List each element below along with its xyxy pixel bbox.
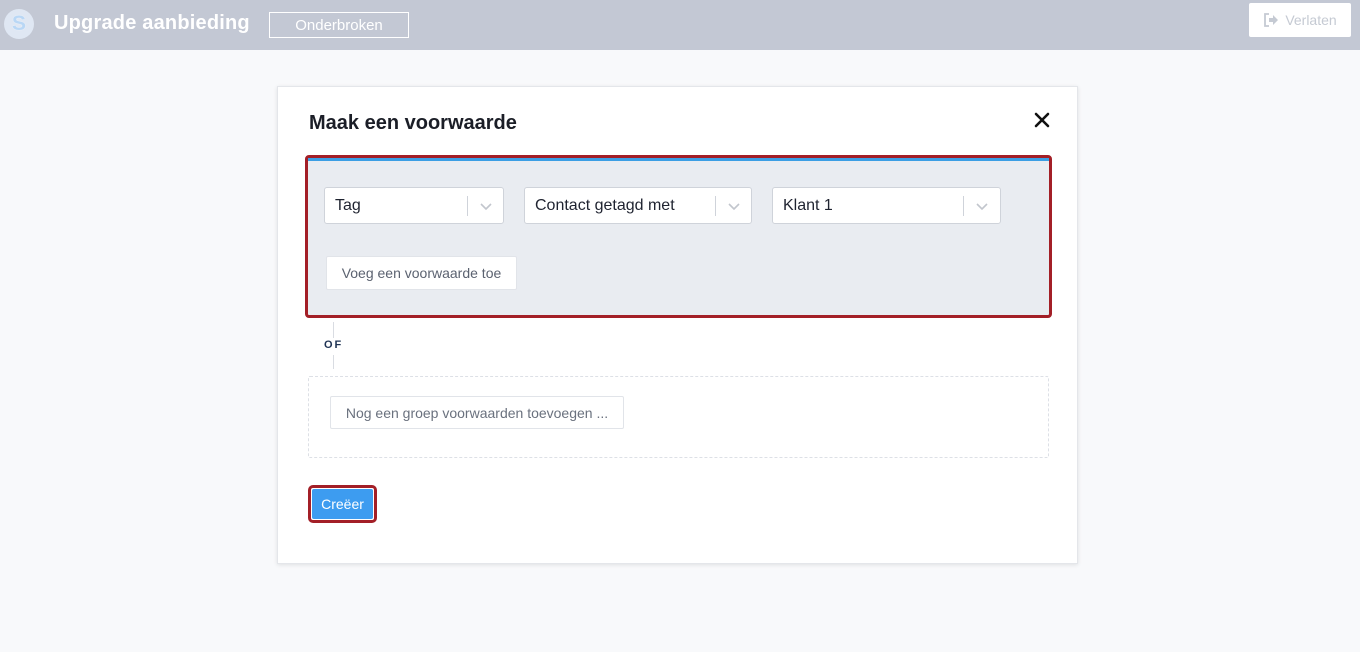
logo-letter: S bbox=[11, 12, 26, 35]
status-button[interactable]: Onderbroken bbox=[269, 12, 409, 38]
condition-value-value: Klant 1 bbox=[783, 197, 833, 214]
or-label: OF bbox=[324, 339, 344, 351]
close-icon[interactable] bbox=[1033, 111, 1051, 129]
create-button[interactable]: Creëer bbox=[312, 489, 373, 519]
condition-group: Tag Contact getagd met Klant 1 Voeg een … bbox=[305, 155, 1052, 318]
condition-type-value: Tag bbox=[335, 197, 361, 214]
chevron-down-icon bbox=[480, 203, 492, 211]
or-connector-line bbox=[333, 322, 334, 338]
add-condition-button[interactable]: Voeg een voorwaarde toe bbox=[326, 256, 517, 290]
add-group-button[interactable]: Nog een groep voorwaarden toevoegen ... bbox=[330, 396, 624, 429]
sign-out-icon bbox=[1264, 13, 1279, 27]
condition-value-select[interactable]: Klant 1 bbox=[772, 187, 1001, 224]
add-group-area: Nog een groep voorwaarden toevoegen ... bbox=[308, 376, 1049, 458]
chevron-down-icon bbox=[728, 203, 740, 211]
create-button-highlight: Creëer bbox=[308, 485, 377, 523]
or-connector-line bbox=[333, 355, 334, 369]
modal-title: Maak een voorwaarde bbox=[309, 112, 517, 134]
leave-button[interactable]: Verlaten bbox=[1249, 3, 1351, 37]
condition-operator-select[interactable]: Contact getagd met bbox=[524, 187, 752, 224]
app-logo: S bbox=[4, 9, 34, 39]
select-separator bbox=[963, 196, 964, 216]
select-separator bbox=[715, 196, 716, 216]
condition-operator-value: Contact getagd met bbox=[535, 197, 675, 214]
condition-type-select[interactable]: Tag bbox=[324, 187, 504, 224]
condition-modal: Maak een voorwaarde Tag Contact getagd m… bbox=[277, 86, 1078, 564]
chevron-down-icon bbox=[976, 203, 988, 211]
campaign-title: Upgrade aanbieding bbox=[54, 12, 250, 34]
leave-label: Verlaten bbox=[1285, 12, 1337, 28]
group-accent-line bbox=[308, 158, 1049, 161]
top-bar: S Upgrade aanbieding Onderbroken Verlate… bbox=[0, 0, 1360, 50]
select-separator bbox=[467, 196, 468, 216]
